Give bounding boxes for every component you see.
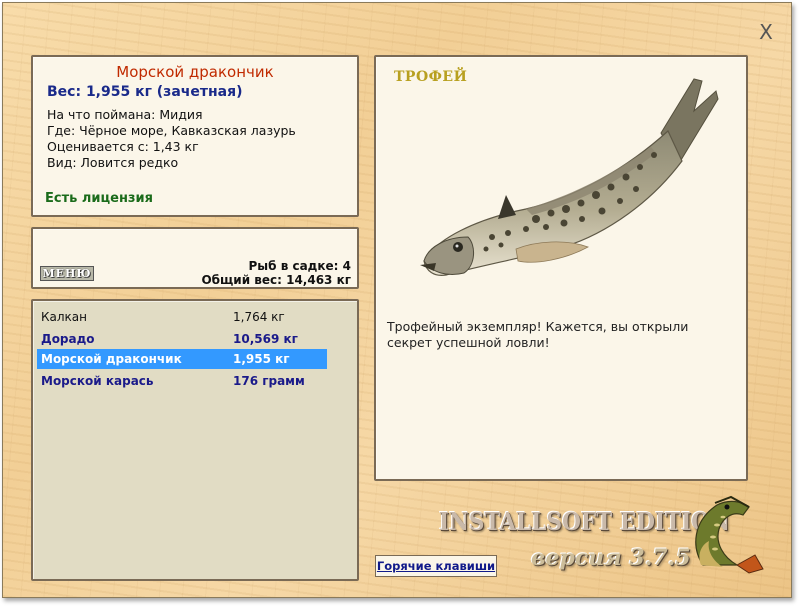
hotkeys-button[interactable]: Горячие клавиши — [375, 555, 497, 577]
location-info: Где: Чёрное море, Кавказская лазурь — [47, 123, 296, 138]
list-item-weight: 10,569 кг — [233, 332, 298, 346]
list-item-weight: 1,955 кг — [233, 352, 290, 366]
list-item-selected[interactable]: Морской дракончик 1,955 кг — [37, 349, 327, 369]
fish-info-panel: Морской дракончик Вес: 1,955 кг (зачетна… — [31, 55, 359, 217]
list-item-weight: 176 грамм — [233, 374, 305, 388]
list-item[interactable]: Морской карась 176 грамм — [37, 371, 327, 391]
pike-logo — [695, 495, 764, 574]
list-item-name: Дорадо — [41, 332, 95, 346]
list-item[interactable]: Калкан 1,764 кг — [37, 307, 327, 327]
trophy-panel: ТРОФЕЙ Трофейный экземпляр! Кажется, вы … — [374, 55, 748, 481]
fish-count: Рыб в садке: 4 — [248, 259, 352, 273]
list-item-weight: 1,764 кг — [233, 310, 285, 324]
list-item[interactable]: Дорадо 10,569 кг — [37, 329, 327, 349]
catch-list: Калкан 1,764 кг Дорадо 10,569 кг Морской… — [31, 299, 359, 581]
game-window: X Морской дракончик Вес: 1,955 кг (зачет… — [2, 2, 792, 598]
list-item-name: Калкан — [41, 310, 87, 324]
version-label: версия 3.7.5 — [531, 545, 691, 571]
fish-weight: Вес: 1,955 кг (зачетная) — [47, 84, 243, 100]
list-item-name: Морской дракончик — [41, 352, 182, 366]
total-weight: Общий вес: 14,463 кг — [201, 273, 351, 287]
rarity-info: Вид: Ловится редко — [47, 155, 179, 170]
catch-summary-panel: МЕНЮ Рыб в садке: 4 Общий вес: 14,463 кг — [31, 227, 359, 289]
menu-button[interactable]: МЕНЮ — [40, 266, 94, 281]
license-status: Есть лицензия — [45, 191, 153, 206]
bait-info: На что поймана: Мидия — [47, 107, 203, 122]
weever-fish-image — [420, 78, 719, 276]
fish-name: Морской дракончик — [116, 63, 274, 81]
trophy-message: Трофейный экземпляр! Кажется, вы открыли… — [387, 319, 689, 350]
valuation-info: Оценивается с: 1,43 кг — [47, 139, 199, 154]
close-icon[interactable]: X — [755, 21, 777, 43]
list-item-name: Морской карась — [41, 374, 154, 388]
